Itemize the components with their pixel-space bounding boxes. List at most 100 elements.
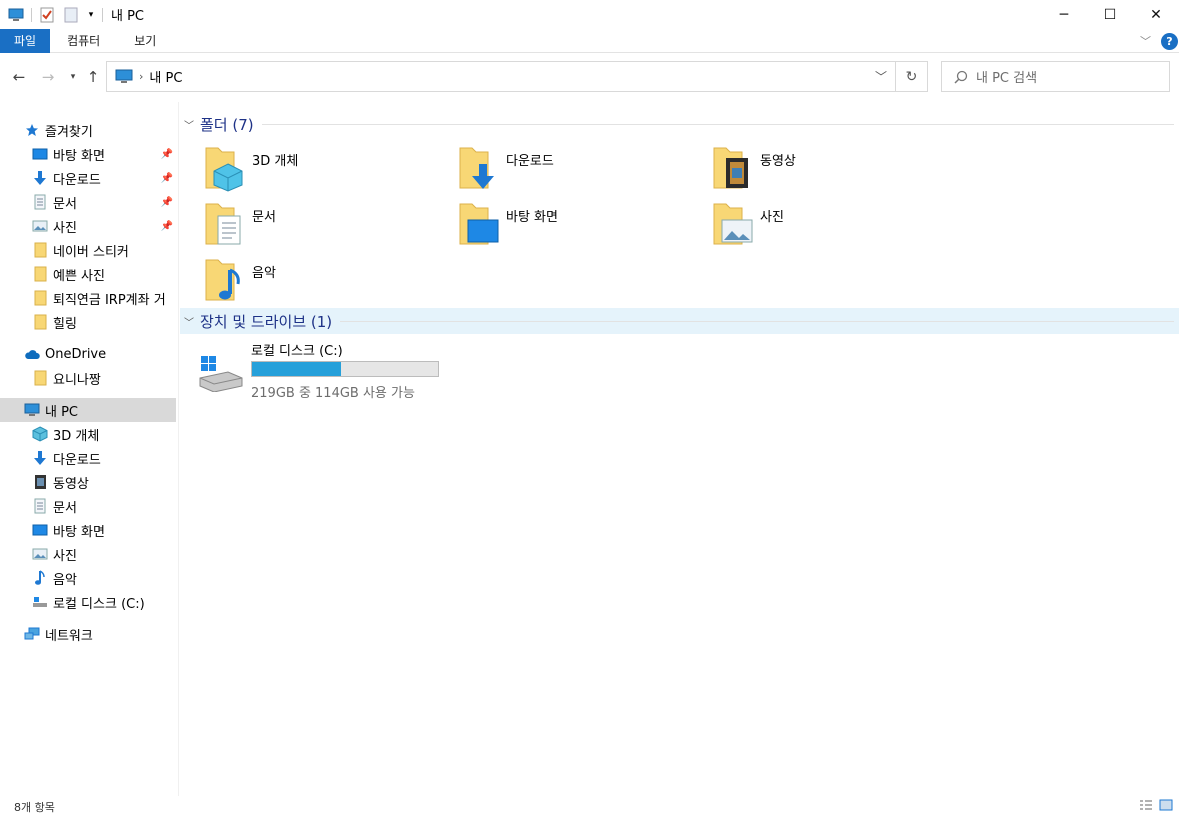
- sidebar-this-pc[interactable]: 내 PC: [0, 398, 176, 422]
- properties-icon[interactable]: [38, 6, 56, 24]
- sidebar-item-pictures[interactable]: 사진 📌: [32, 214, 176, 238]
- search-input[interactable]: 내 PC 검색: [941, 61, 1170, 92]
- pin-icon: 📌: [160, 148, 173, 160]
- collapse-chevron-icon[interactable]: ﹀: [184, 314, 194, 329]
- recent-locations-icon[interactable]: ▾: [62, 66, 84, 88]
- devices-group-header[interactable]: ﹀ 장치 및 드라이브 (1): [184, 308, 1174, 334]
- sidebar-item-downloads[interactable]: 다운로드 📌: [32, 166, 176, 190]
- computer-icon: [115, 69, 133, 83]
- navigation-pane: 즐겨찾기 바탕 화면 📌 다운로드 📌 문서 📌 사진 📌 네이버 스티커 예쁜…: [0, 102, 179, 796]
- film-icon: [32, 474, 48, 490]
- forward-button[interactable]: →: [37, 66, 59, 88]
- folder-label: 음악: [252, 266, 276, 281]
- folder-icon: [32, 290, 48, 306]
- sidebar-item-label: 즐겨찾기: [45, 124, 93, 140]
- ribbon-right-controls: ﹀ ?: [1140, 29, 1179, 53]
- folder-label: 사진: [760, 210, 784, 225]
- customize-toolbar-icon[interactable]: ▾: [86, 6, 96, 24]
- folder-desktop[interactable]: 바탕 화면: [458, 200, 708, 252]
- computer-icon: [24, 402, 40, 418]
- download-icon: [32, 170, 48, 186]
- sidebar-item-local-disk[interactable]: 로컬 디스크 (C:): [32, 590, 176, 614]
- window-controls: ─ ☐ ✕: [1041, 0, 1179, 29]
- sidebar-item-music[interactable]: 음악: [32, 566, 176, 590]
- drive-usage-fill: [252, 362, 342, 376]
- sidebar-item-label: 음악: [53, 572, 77, 588]
- folder-icon: [32, 370, 48, 386]
- document-icon: [32, 498, 48, 514]
- address-bar[interactable]: › 내 PC ﹀: [106, 61, 896, 92]
- tab-view[interactable]: 보기: [117, 29, 173, 53]
- desktop-folder-icon: [459, 203, 499, 245]
- sidebar-item-label: 동영상: [53, 476, 89, 492]
- folder-3d-objects[interactable]: 3D 개체: [204, 144, 454, 196]
- star-icon: [24, 122, 40, 138]
- cloud-icon: [24, 346, 40, 362]
- tab-computer[interactable]: 컴퓨터: [50, 29, 117, 53]
- sidebar-item-label: 3D 개체: [53, 428, 100, 444]
- sidebar-item-label: 네트워크: [45, 628, 93, 644]
- pictures-folder-icon: [713, 203, 753, 245]
- sidebar-network[interactable]: 네트워크: [24, 622, 176, 646]
- drive-name: 로컬 디스크 (C:): [251, 344, 343, 359]
- windows-drive-icon: [199, 356, 243, 392]
- new-folder-icon[interactable]: [62, 6, 80, 24]
- sidebar-item-label: 다운로드: [53, 172, 101, 188]
- sidebar-item-documents[interactable]: 문서: [32, 494, 176, 518]
- sidebar-item-label: OneDrive: [45, 346, 107, 362]
- content-pane: ﹀ 폴더 (7) 3D 개체 다운로드 동영상 문서 바탕 화면 사진 음악 ﹀…: [180, 102, 1179, 796]
- folder-music[interactable]: 음악: [204, 256, 454, 308]
- maximize-button[interactable]: ☐: [1087, 0, 1133, 29]
- up-button[interactable]: ↑: [82, 66, 104, 88]
- help-icon[interactable]: ?: [1161, 32, 1178, 50]
- sidebar-item-3d-objects[interactable]: 3D 개체: [32, 422, 176, 446]
- sidebar-item-pictures[interactable]: 사진: [32, 542, 176, 566]
- folder-documents[interactable]: 문서: [204, 200, 454, 252]
- sidebar-item-documents[interactable]: 문서 📌: [32, 190, 176, 214]
- computer-icon[interactable]: [7, 6, 25, 24]
- sidebar-item-label: 로컬 디스크 (C:): [53, 596, 145, 612]
- sidebar-item-label: 내 PC: [45, 404, 79, 420]
- navigation-bar: ← → ▾ ↑ › 내 PC ﹀ ↻ 내 PC 검색: [0, 54, 1179, 100]
- group-divider: [340, 320, 1174, 322]
- folder-downloads[interactable]: 다운로드: [458, 144, 708, 196]
- sidebar-item-desktop[interactable]: 바탕 화면 📌: [32, 142, 176, 166]
- details-view-icon[interactable]: [1139, 799, 1153, 814]
- folder-pictures[interactable]: 사진: [712, 200, 962, 252]
- close-button[interactable]: ✕: [1133, 0, 1179, 29]
- minimize-button[interactable]: ─: [1041, 0, 1087, 29]
- breadcrumb-chevron-icon[interactable]: ›: [139, 70, 143, 83]
- collapse-chevron-icon[interactable]: ﹀: [184, 117, 194, 132]
- toolbar-divider: [102, 7, 103, 22]
- sidebar-item-downloads[interactable]: 다운로드: [32, 446, 176, 470]
- sidebar-quick-access[interactable]: 즐겨찾기: [24, 118, 176, 142]
- tab-file[interactable]: 파일: [0, 28, 51, 53]
- sidebar-item-label: 힐링: [53, 316, 77, 332]
- expand-ribbon-icon[interactable]: ﹀: [1140, 33, 1151, 49]
- desktop-icon: [32, 522, 48, 538]
- refresh-button[interactable]: ↻: [896, 61, 928, 92]
- sidebar-onedrive[interactable]: OneDrive: [24, 342, 176, 366]
- breadcrumb-this-pc[interactable]: 내 PC: [149, 67, 182, 86]
- pin-icon: 📌: [160, 196, 173, 208]
- sidebar-item-label: 바탕 화면: [53, 524, 105, 540]
- back-button[interactable]: ←: [8, 66, 30, 88]
- status-bar: 8개 항목: [0, 796, 1179, 817]
- folder-videos[interactable]: 동영상: [712, 144, 962, 196]
- desktop-icon: [32, 146, 48, 162]
- sidebar-item-desktop[interactable]: 바탕 화면: [32, 518, 176, 542]
- sidebar-item-folder[interactable]: 요니나짱: [32, 366, 176, 390]
- folder-label: 동영상: [760, 154, 796, 169]
- local-disk-tile[interactable]: 로컬 디스크 (C:) 219GB 중 114GB 사용 가능: [198, 340, 458, 401]
- folders-group-header[interactable]: ﹀ 폴더 (7): [184, 111, 1174, 137]
- sidebar-item-folder[interactable]: 힐링: [32, 310, 176, 334]
- sidebar-item-videos[interactable]: 동영상: [32, 470, 176, 494]
- folder-icon: [32, 314, 48, 330]
- sidebar-item-folder[interactable]: 네이버 스티커: [32, 238, 176, 262]
- large-icons-view-icon[interactable]: [1159, 799, 1173, 814]
- sidebar-item-folder[interactable]: 예쁜 사진: [32, 262, 176, 286]
- address-dropdown-icon[interactable]: ﹀: [875, 68, 887, 85]
- sidebar-item-folder[interactable]: 퇴직연금 IRP계좌 거: [32, 286, 176, 310]
- ribbon-tabs: 파일 컴퓨터 보기 ﹀ ?: [0, 28, 1179, 53]
- folder-icon: [32, 242, 48, 258]
